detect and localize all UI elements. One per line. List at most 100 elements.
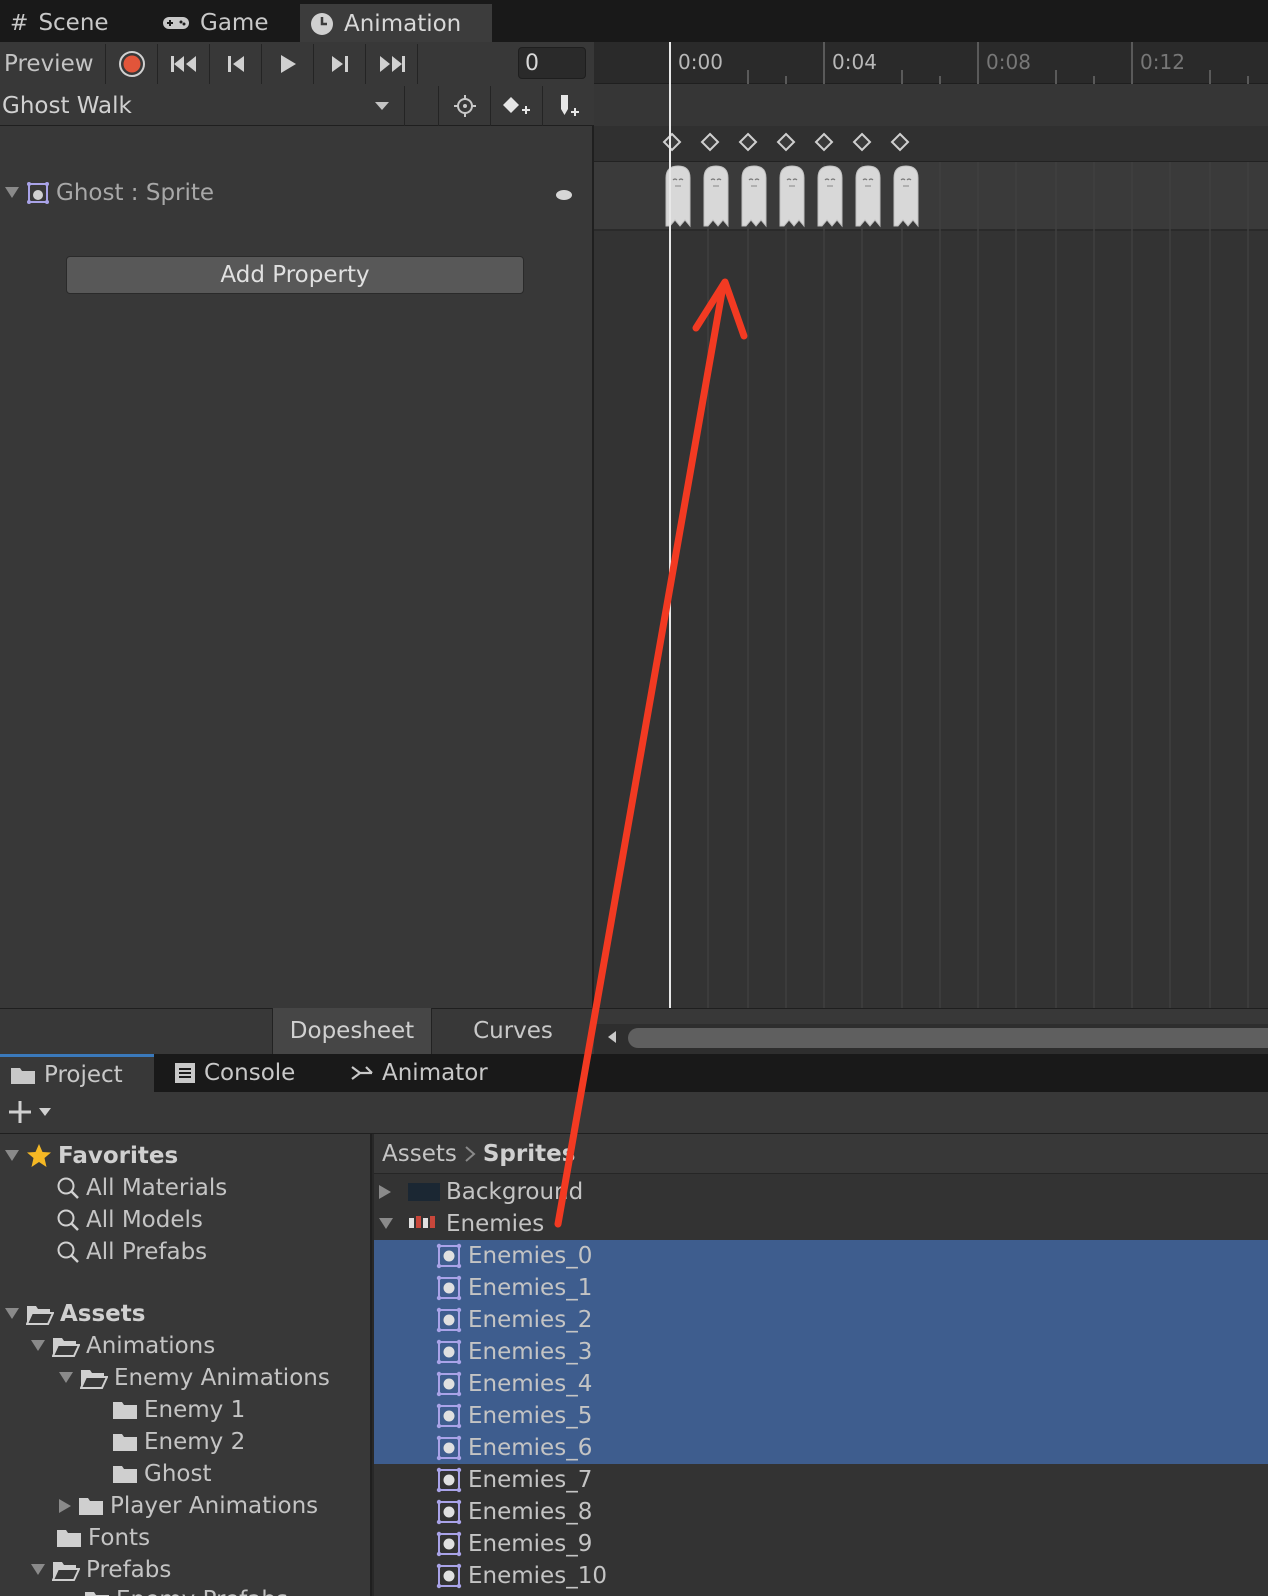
favorite-item-label: All Materials <box>86 1175 228 1201</box>
sprite-sheet-icon <box>408 1214 440 1234</box>
filter-by-selection-button[interactable] <box>438 86 490 126</box>
tab-animation[interactable]: Animation <box>300 4 492 42</box>
window-tab-bar: # Scene Game Animation <box>0 0 1268 42</box>
dopesheet-tab[interactable]: Dopesheet <box>272 1008 432 1054</box>
sprite-file-item[interactable]: Enemies_5 <box>436 1400 592 1432</box>
folder-label: Prefabs <box>86 1557 172 1583</box>
playhead[interactable] <box>669 42 671 1024</box>
folder-item[interactable]: Enemy 2 <box>112 1426 245 1458</box>
file-label: Background <box>446 1179 584 1205</box>
sprite-file-label: Enemies_2 <box>468 1307 593 1333</box>
preview-label: Preview <box>4 51 94 77</box>
open-folder-icon <box>80 1367 108 1389</box>
sprite-icon <box>436 1403 462 1429</box>
expand-triangle-icon[interactable] <box>4 186 20 200</box>
folder-item[interactable]: Enemy Animations <box>58 1362 330 1394</box>
collapse-triangle-icon <box>58 1371 74 1385</box>
ghost-sprite-frame <box>703 165 729 227</box>
sprite-file-item[interactable]: Enemies_3 <box>436 1336 592 1368</box>
add-property-button[interactable]: Add Property <box>66 256 524 294</box>
favorites-header[interactable]: Favorites <box>4 1140 178 1172</box>
folder-item[interactable]: Prefabs <box>30 1554 171 1586</box>
next-keyframe-button[interactable] <box>314 44 366 84</box>
sprite-file-item[interactable]: Enemies_7 <box>436 1464 592 1496</box>
frame-value: 0 <box>525 50 539 76</box>
toolbar-spacer <box>404 86 438 126</box>
folder-item[interactable]: Ghost <box>112 1458 211 1490</box>
file-item-enemies[interactable]: Enemies <box>378 1208 544 1240</box>
favorite-item[interactable]: All Prefabs <box>56 1236 207 1268</box>
plus-icon <box>6 1098 34 1126</box>
tab-animator[interactable]: Animator <box>340 1054 500 1092</box>
chevron-down-icon <box>374 101 390 111</box>
collapse-triangle-icon <box>378 1217 394 1231</box>
favorite-item[interactable]: All Materials <box>56 1172 227 1204</box>
sprite-file-item[interactable]: Enemies_6 <box>436 1432 592 1464</box>
sprite-icon <box>436 1243 462 1269</box>
frame-input[interactable]: 0 <box>518 47 586 79</box>
assets-title: Assets <box>60 1301 146 1327</box>
step-back-icon <box>225 54 247 74</box>
last-keyframe-button[interactable] <box>366 44 418 84</box>
summary-keyframes <box>662 132 910 152</box>
sprite-keyframes <box>665 165 919 227</box>
ruler-label: 0:08 <box>986 50 1031 74</box>
dopesheet-label: Dopesheet <box>289 1018 415 1044</box>
sprite-file-item[interactable]: Enemies_9 <box>436 1528 592 1560</box>
sprite-icon <box>436 1435 462 1461</box>
file-label: Enemies <box>446 1211 545 1237</box>
event-track[interactable] <box>594 84 1268 126</box>
assets-header[interactable]: Assets <box>4 1298 145 1330</box>
preview-button[interactable]: Preview <box>0 44 106 84</box>
favorite-item-label: All Prefabs <box>86 1239 208 1265</box>
create-button[interactable] <box>6 1098 52 1126</box>
keyframe-diamond <box>662 132 682 152</box>
property-row[interactable]: Ghost : Sprite <box>4 180 214 206</box>
folder-icon <box>56 1528 82 1548</box>
curves-tab[interactable]: Curves <box>432 1008 594 1054</box>
tab-project[interactable]: Project <box>0 1054 154 1092</box>
breadcrumb-root[interactable]: Assets <box>382 1141 457 1167</box>
tab-game[interactable]: Game <box>152 4 302 42</box>
folder-item[interactable]: Animations <box>30 1330 215 1362</box>
property-label: Ghost : Sprite <box>56 180 215 206</box>
first-keyframe-button[interactable] <box>158 44 210 84</box>
sprite-icon <box>436 1563 462 1589</box>
folder-item[interactable]: Enemy Prefabs <box>84 1584 288 1596</box>
sprite-file-item[interactable]: Enemies_4 <box>436 1368 592 1400</box>
expand-triangle-icon <box>378 1184 392 1200</box>
animator-icon <box>350 1062 374 1084</box>
file-item-background[interactable]: Background <box>378 1176 583 1208</box>
dopesheet-area[interactable] <box>594 162 1268 1024</box>
sprite-file-item[interactable]: Enemies_8 <box>436 1496 592 1528</box>
folder-item[interactable]: Enemy 1 <box>112 1394 245 1426</box>
scroll-left-icon[interactable] <box>606 1030 618 1044</box>
folder-item[interactable]: Player Animations <box>58 1490 318 1522</box>
skip-to-end-icon <box>377 54 407 74</box>
scrollbar-thumb[interactable] <box>628 1028 1268 1048</box>
play-button[interactable] <box>262 44 314 84</box>
ghost-sprite-frame <box>893 165 919 227</box>
record-button[interactable] <box>106 44 158 84</box>
clip-dropdown[interactable]: Ghost Walk <box>0 86 404 126</box>
folder-icon <box>112 1464 138 1484</box>
previous-keyframe-button[interactable] <box>210 44 262 84</box>
favorite-item[interactable]: All Models <box>56 1204 203 1236</box>
folder-icon <box>84 1590 110 1596</box>
folder-label: Player Animations <box>110 1493 319 1519</box>
tab-animation-label: Animation <box>344 11 462 37</box>
favorites-title: Favorites <box>58 1143 179 1169</box>
keyframe-dot-icon[interactable] <box>556 190 572 200</box>
sprite-file-item[interactable]: Enemies_2 <box>436 1304 592 1336</box>
folder-item[interactable]: Fonts <box>56 1522 150 1554</box>
sprite-file-item[interactable]: Enemies_0 <box>436 1240 592 1272</box>
grid-icon: # <box>10 10 29 36</box>
add-event-button[interactable] <box>542 86 594 126</box>
tab-scene[interactable]: # Scene <box>0 4 150 42</box>
sprite-file-item[interactable]: Enemies_10 <box>436 1560 607 1592</box>
breadcrumb-current[interactable]: Sprites <box>483 1141 576 1167</box>
tab-console[interactable]: Console <box>164 1054 324 1092</box>
add-keyframe-button[interactable] <box>490 86 542 126</box>
sprite-file-item[interactable]: Enemies_1 <box>436 1272 592 1304</box>
project-folder-tree: Favorites All Materials All Models All P… <box>0 1134 372 1596</box>
